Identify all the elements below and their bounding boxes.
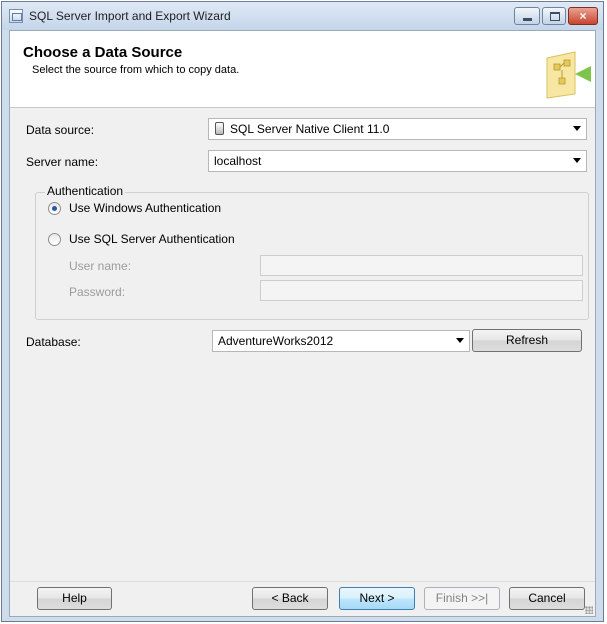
windows-auth-label: Use Windows Authentication <box>69 201 222 215</box>
next-button[interactable]: Next > <box>339 587 415 610</box>
chevron-down-icon <box>456 338 464 343</box>
sql-auth-option[interactable]: Use SQL Server Authentication <box>48 232 268 248</box>
close-icon: × <box>579 9 587 23</box>
database-combobox[interactable]: AdventureWorks2012 <box>212 330 470 352</box>
server-name-combobox[interactable]: localhost <box>208 150 587 172</box>
page-title: Choose a Data Source <box>23 44 183 61</box>
authentication-group-label: Authentication <box>45 184 126 198</box>
title-bar[interactable]: SQL Server Import and Export Wizard × <box>2 2 603 30</box>
close-button[interactable]: × <box>568 7 598 25</box>
maximize-button[interactable] <box>542 7 566 25</box>
wizard-graphic-icon <box>546 51 591 99</box>
database-icon <box>215 122 224 135</box>
finish-button: Finish >>| <box>424 587 500 610</box>
chevron-down-icon <box>573 126 581 131</box>
password-label: Password: <box>69 285 126 299</box>
user-name-label: User name: <box>69 259 132 273</box>
sql-auth-label: Use SQL Server Authentication <box>69 232 235 246</box>
sql-auth-radio[interactable] <box>48 233 61 246</box>
wizard-content: Choose a Data Source Select the source f… <box>9 30 596 617</box>
windows-auth-option[interactable]: Use Windows Authentication <box>48 201 248 217</box>
minimize-button[interactable] <box>514 7 540 25</box>
page-subtitle: Select the source from which to copy dat… <box>32 64 240 76</box>
cancel-button[interactable]: Cancel <box>509 587 585 610</box>
data-source-label: Data source: <box>26 123 95 137</box>
resize-grip-icon[interactable] <box>585 606 593 614</box>
chevron-down-icon <box>573 158 581 163</box>
database-value: AdventureWorks2012 <box>218 334 334 348</box>
help-button[interactable]: Help <box>37 587 112 610</box>
footer-divider <box>10 581 595 582</box>
data-source-dropdown[interactable]: SQL Server Native Client 11.0 <box>208 118 587 140</box>
password-input[interactable] <box>260 280 583 301</box>
server-name-label: Server name: <box>26 155 99 169</box>
back-button[interactable]: < Back <box>252 587 328 610</box>
wizard-window: SQL Server Import and Export Wizard × Ch… <box>1 1 604 622</box>
wizard-header: Choose a Data Source Select the source f… <box>10 31 595 108</box>
refresh-button[interactable]: Refresh <box>472 329 582 352</box>
app-icon <box>9 9 23 23</box>
window-title: SQL Server Import and Export Wizard <box>29 9 231 23</box>
user-name-input[interactable] <box>260 255 583 276</box>
server-name-value: localhost <box>214 154 262 168</box>
database-label: Database: <box>26 335 81 349</box>
data-source-value: SQL Server Native Client 11.0 <box>230 122 390 136</box>
windows-auth-radio[interactable] <box>48 202 61 215</box>
